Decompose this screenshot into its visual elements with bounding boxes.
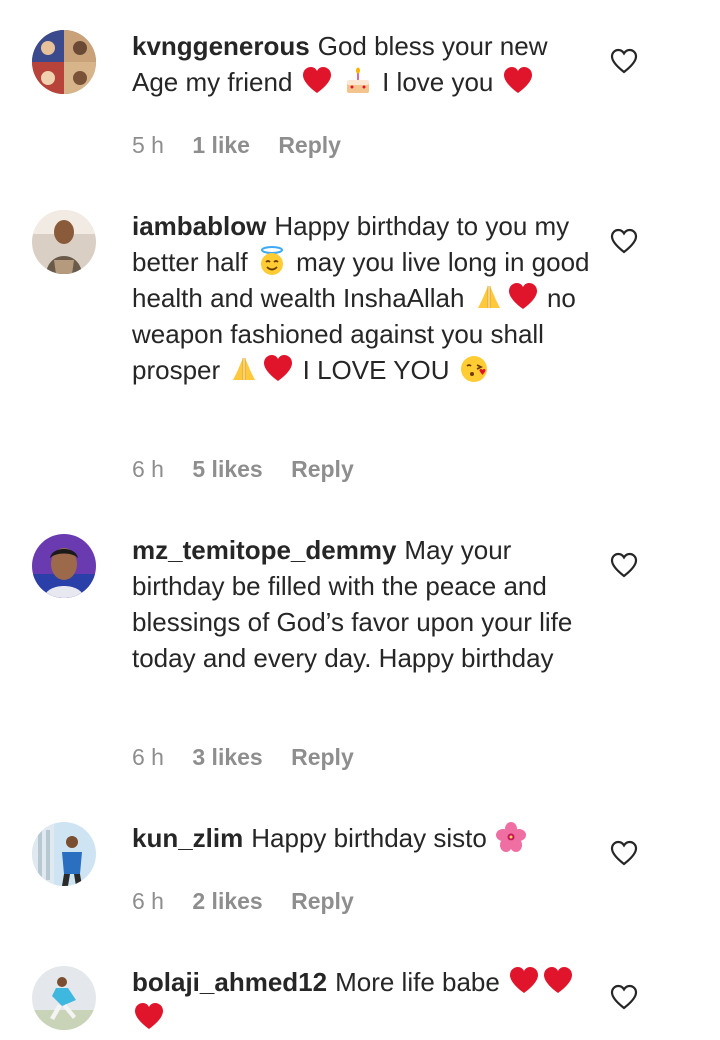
comment-item: mz_temitope_demmy May your birthday be fi… [0, 532, 720, 782]
comment-time: 5 h [132, 132, 164, 158]
comment-text: Happy birthday sisto [251, 823, 487, 853]
comment-username[interactable]: iambablow [132, 211, 266, 241]
comment-text: More life babe [335, 967, 500, 997]
comment-body: kvnggenerous God bless your new Age my fr… [132, 28, 592, 100]
comment-likes[interactable]: 3 likes [192, 744, 262, 770]
avatar[interactable] [32, 966, 96, 1030]
comment-meta: 6 h 5 likes Reply [132, 454, 376, 484]
red-heart-emoji-icon [264, 355, 293, 381]
reply-button[interactable]: Reply [291, 744, 354, 770]
avatar[interactable] [32, 534, 96, 598]
red-heart-emoji-icon [135, 1003, 163, 1029]
avatar[interactable] [32, 210, 96, 274]
reply-button[interactable]: Reply [291, 888, 354, 914]
comment-time: 6 h [132, 744, 164, 770]
hibiscus-emoji-icon [496, 822, 527, 852]
folded-hands-emoji-icon [477, 286, 500, 308]
comments-list: kvnggenerous God bless your new Age my fr… [0, 0, 720, 1040]
red-heart-emoji-icon [503, 67, 532, 93]
red-heart-emoji-icon [302, 67, 331, 93]
comment-body: bolaji_ahmed12 More life babe [132, 964, 592, 1036]
avatar[interactable] [32, 30, 96, 94]
comment-meta: 6 h 2 likes Reply [132, 886, 376, 916]
comment-username[interactable]: bolaji_ahmed12 [132, 967, 327, 997]
heart-outline-icon[interactable] [610, 840, 638, 866]
folded-hands-emoji-icon [233, 358, 256, 380]
comment-time: 6 h [132, 456, 164, 482]
comment-body: iambablow Happy birthday to you my better… [132, 208, 592, 388]
comment-item: iambablow Happy birthday to you my better… [0, 208, 720, 508]
comment-likes[interactable]: 1 like [192, 132, 250, 158]
smiling-face-with-halo-emoji-icon [260, 246, 283, 275]
comment-meta: 5 h 1 like Reply [132, 130, 363, 160]
heart-outline-icon[interactable] [610, 48, 638, 74]
reply-button[interactable]: Reply [278, 132, 341, 158]
comment-username[interactable]: kun_zlim [132, 823, 243, 853]
heart-outline-icon[interactable] [610, 984, 638, 1010]
comment-meta: 6 h 3 likes Reply [132, 742, 376, 772]
comment-text: I LOVE YOU [302, 355, 450, 385]
face-blowing-kiss-emoji-icon [460, 356, 487, 382]
comment-body: mz_temitope_demmy May your birthday be fi… [132, 532, 592, 676]
red-heart-emoji-icon [508, 283, 537, 309]
comment-likes[interactable]: 2 likes [192, 888, 262, 914]
reply-button[interactable]: Reply [291, 456, 354, 482]
heart-outline-icon[interactable] [610, 228, 638, 254]
comment-item: bolaji_ahmed12 More life babe [0, 964, 720, 1040]
heart-outline-icon[interactable] [610, 552, 638, 578]
birthday-cake-emoji-icon [346, 67, 369, 93]
comment-time: 6 h [132, 888, 164, 914]
avatar[interactable] [32, 822, 96, 886]
red-heart-emoji-icon [510, 967, 539, 993]
comment-username[interactable]: kvnggenerous [132, 31, 310, 61]
comment-item: kvnggenerous God bless your new Age my fr… [0, 28, 720, 178]
comment-item: kun_zlim Happy birthday sisto 6 h 2 likes… [0, 820, 720, 930]
comment-text: I love you [382, 67, 494, 97]
red-heart-emoji-icon [544, 967, 573, 993]
comment-likes[interactable]: 5 likes [192, 456, 262, 482]
comment-body: kun_zlim Happy birthday sisto [132, 820, 592, 856]
comment-username[interactable]: mz_temitope_demmy [132, 535, 396, 565]
